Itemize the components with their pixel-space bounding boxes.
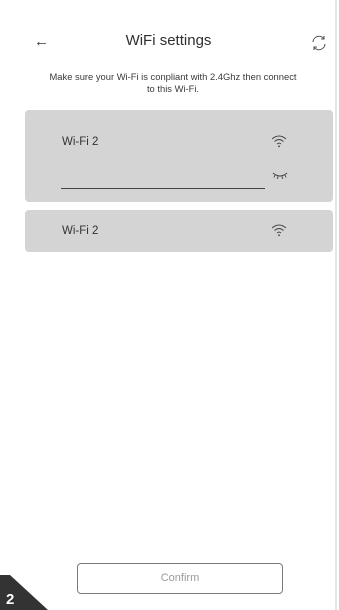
password-input[interactable] bbox=[61, 167, 265, 189]
selected-network-ssid: Wi-Fi 2 bbox=[62, 136, 99, 148]
instruction-text: Make sure your Wi-Fi is conpliant with 2… bbox=[49, 71, 297, 94]
network-ssid: Wi-Fi 2 bbox=[62, 225, 99, 237]
page-title: WiFi settings bbox=[125, 32, 212, 49]
network-list-item[interactable]: Wi-Fi 2 bbox=[25, 210, 333, 252]
badge-number: 2 bbox=[6, 591, 15, 608]
app-screen: ← WiFi settings Make sure your Wi-Fi is … bbox=[0, 0, 337, 610]
wifi-icon bbox=[271, 135, 287, 148]
refresh-icon[interactable] bbox=[309, 33, 329, 53]
eye-closed-icon[interactable] bbox=[272, 170, 288, 180]
selected-network-card[interactable]: Wi-Fi 2 bbox=[25, 110, 333, 202]
wifi-icon bbox=[271, 224, 287, 237]
confirm-button[interactable]: Confirm bbox=[77, 563, 283, 594]
header: ← WiFi settings bbox=[0, 30, 337, 56]
